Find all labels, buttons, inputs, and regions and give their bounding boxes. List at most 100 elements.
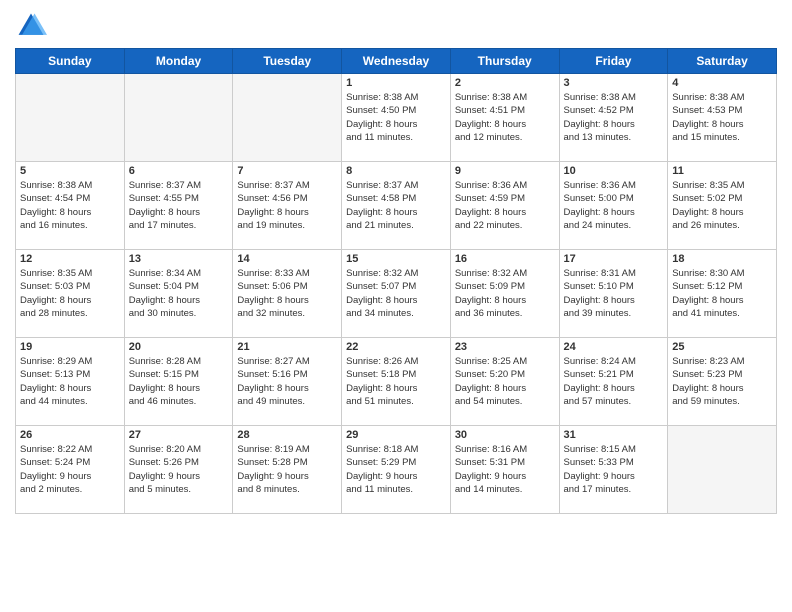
day-info: Sunrise: 8:34 AM Sunset: 5:04 PM Dayligh… xyxy=(129,267,229,320)
day-number: 22 xyxy=(346,341,446,353)
day-header-monday: Monday xyxy=(124,49,233,74)
day-info: Sunrise: 8:36 AM Sunset: 4:59 PM Dayligh… xyxy=(455,179,555,232)
day-number: 20 xyxy=(129,341,229,353)
day-number: 17 xyxy=(564,253,664,265)
day-info: Sunrise: 8:38 AM Sunset: 4:52 PM Dayligh… xyxy=(564,91,664,144)
day-number: 7 xyxy=(237,165,337,177)
day-cell: 14Sunrise: 8:33 AM Sunset: 5:06 PM Dayli… xyxy=(233,250,342,338)
day-header-thursday: Thursday xyxy=(450,49,559,74)
day-number: 31 xyxy=(564,429,664,441)
day-number: 12 xyxy=(20,253,120,265)
day-cell: 25 Sunrise: 8:23 AM Sunset: 5:23 PM Dayli… xyxy=(668,338,777,426)
day-cell xyxy=(233,74,342,162)
day-cell: 21 Sunrise: 8:27 AM Sunset: 5:16 PM Dayli… xyxy=(233,338,342,426)
day-info: Sunrise: 8:27 AM Sunset: 5:16 PM Dayligh… xyxy=(237,355,337,408)
logo xyxy=(15,10,51,42)
day-info: Sunrise: 8:37 AM Sunset: 4:58 PM Dayligh… xyxy=(346,179,446,232)
day-info: Sunrise: 8:32 AM Sunset: 5:07 PM Dayligh… xyxy=(346,267,446,320)
day-info: Sunrise: 8:26 AM Sunset: 5:18 PM Dayligh… xyxy=(346,355,446,408)
day-cell: 8 Sunrise: 8:37 AM Sunset: 4:58 PM Daylig… xyxy=(342,162,451,250)
day-number: 8 xyxy=(346,165,446,177)
day-cell xyxy=(668,426,777,514)
day-number: 10 xyxy=(564,165,664,177)
day-cell: 7 Sunrise: 8:37 AM Sunset: 4:56 PM Daylig… xyxy=(233,162,342,250)
day-info: Sunrise: 8:29 AM Sunset: 5:13 PM Dayligh… xyxy=(20,355,120,408)
day-header-tuesday: Tuesday xyxy=(233,49,342,74)
day-number: 15 xyxy=(346,253,446,265)
day-number: 11 xyxy=(672,165,772,177)
day-cell: 27 Sunrise: 8:20 AM Sunset: 5:26 PM Dayli… xyxy=(124,426,233,514)
day-cell xyxy=(124,74,233,162)
day-info: Sunrise: 8:23 AM Sunset: 5:23 PM Dayligh… xyxy=(672,355,772,408)
day-number: 13 xyxy=(129,253,229,265)
day-number: 21 xyxy=(237,341,337,353)
day-header-saturday: Saturday xyxy=(668,49,777,74)
calendar-week-5: 26 Sunrise: 8:22 AM Sunset: 5:24 PM Dayli… xyxy=(16,426,777,514)
day-cell: 18 Sunrise: 8:30 AM Sunset: 5:12 PM Dayli… xyxy=(668,250,777,338)
day-cell: 13 Sunrise: 8:34 AM Sunset: 5:04 PM Dayli… xyxy=(124,250,233,338)
day-cell: 19 Sunrise: 8:29 AM Sunset: 5:13 PM Dayli… xyxy=(16,338,125,426)
day-info: Sunrise: 8:31 AM Sunset: 5:10 PM Dayligh… xyxy=(564,267,664,320)
day-number: 30 xyxy=(455,429,555,441)
day-info: Sunrise: 8:37 AM Sunset: 4:55 PM Dayligh… xyxy=(129,179,229,232)
day-number: 27 xyxy=(129,429,229,441)
day-info: Sunrise: 8:38 AM Sunset: 4:51 PM Dayligh… xyxy=(455,91,555,144)
calendar-header-row: SundayMondayTuesdayWednesdayThursdayFrid… xyxy=(16,49,777,74)
day-info: Sunrise: 8:24 AM Sunset: 5:21 PM Dayligh… xyxy=(564,355,664,408)
day-cell: 9Sunrise: 8:36 AM Sunset: 4:59 PM Daylig… xyxy=(450,162,559,250)
page: SundayMondayTuesdayWednesdayThursdayFrid… xyxy=(0,0,792,612)
day-info: Sunrise: 8:19 AM Sunset: 5:28 PM Dayligh… xyxy=(237,443,337,496)
day-info: Sunrise: 8:38 AM Sunset: 4:54 PM Dayligh… xyxy=(20,179,120,232)
day-info: Sunrise: 8:25 AM Sunset: 5:20 PM Dayligh… xyxy=(455,355,555,408)
day-info: Sunrise: 8:37 AM Sunset: 4:56 PM Dayligh… xyxy=(237,179,337,232)
day-number: 3 xyxy=(564,77,664,89)
day-info: Sunrise: 8:22 AM Sunset: 5:24 PM Dayligh… xyxy=(20,443,120,496)
day-number: 1 xyxy=(346,77,446,89)
calendar-week-1: 1 Sunrise: 8:38 AM Sunset: 4:50 PM Daylig… xyxy=(16,74,777,162)
day-cell: 5Sunrise: 8:38 AM Sunset: 4:54 PM Daylig… xyxy=(16,162,125,250)
day-info: Sunrise: 8:20 AM Sunset: 5:26 PM Dayligh… xyxy=(129,443,229,496)
day-info: Sunrise: 8:32 AM Sunset: 5:09 PM Dayligh… xyxy=(455,267,555,320)
day-cell: 1 Sunrise: 8:38 AM Sunset: 4:50 PM Daylig… xyxy=(342,74,451,162)
day-cell: 29Sunrise: 8:18 AM Sunset: 5:29 PM Dayli… xyxy=(342,426,451,514)
day-number: 18 xyxy=(672,253,772,265)
day-cell: 10Sunrise: 8:36 AM Sunset: 5:00 PM Dayli… xyxy=(559,162,668,250)
day-info: Sunrise: 8:16 AM Sunset: 5:31 PM Dayligh… xyxy=(455,443,555,496)
day-number: 4 xyxy=(672,77,772,89)
day-number: 23 xyxy=(455,341,555,353)
day-info: Sunrise: 8:15 AM Sunset: 5:33 PM Dayligh… xyxy=(564,443,664,496)
day-cell: 16 Sunrise: 8:32 AM Sunset: 5:09 PM Dayli… xyxy=(450,250,559,338)
day-header-wednesday: Wednesday xyxy=(342,49,451,74)
day-cell: 30 Sunrise: 8:16 AM Sunset: 5:31 PM Dayli… xyxy=(450,426,559,514)
day-number: 19 xyxy=(20,341,120,353)
day-info: Sunrise: 8:38 AM Sunset: 4:50 PM Dayligh… xyxy=(346,91,446,144)
day-info: Sunrise: 8:35 AM Sunset: 5:03 PM Dayligh… xyxy=(20,267,120,320)
day-cell: 3 Sunrise: 8:38 AM Sunset: 4:52 PM Daylig… xyxy=(559,74,668,162)
day-cell: 26 Sunrise: 8:22 AM Sunset: 5:24 PM Dayli… xyxy=(16,426,125,514)
day-cell: 28 Sunrise: 8:19 AM Sunset: 5:28 PM Dayli… xyxy=(233,426,342,514)
day-number: 16 xyxy=(455,253,555,265)
day-info: Sunrise: 8:28 AM Sunset: 5:15 PM Dayligh… xyxy=(129,355,229,408)
day-cell: 24 Sunrise: 8:24 AM Sunset: 5:21 PM Dayli… xyxy=(559,338,668,426)
day-cell: 20 Sunrise: 8:28 AM Sunset: 5:15 PM Dayli… xyxy=(124,338,233,426)
day-cell: 12 Sunrise: 8:35 AM Sunset: 5:03 PM Dayli… xyxy=(16,250,125,338)
day-info: Sunrise: 8:38 AM Sunset: 4:53 PM Dayligh… xyxy=(672,91,772,144)
day-cell: 22 Sunrise: 8:26 AM Sunset: 5:18 PM Dayli… xyxy=(342,338,451,426)
day-cell: 15 Sunrise: 8:32 AM Sunset: 5:07 PM Dayli… xyxy=(342,250,451,338)
day-number: 2 xyxy=(455,77,555,89)
day-info: Sunrise: 8:33 AM Sunset: 5:06 PM Dayligh… xyxy=(237,267,337,320)
day-cell: 11 Sunrise: 8:35 AM Sunset: 5:02 PM Dayli… xyxy=(668,162,777,250)
day-number: 24 xyxy=(564,341,664,353)
day-info: Sunrise: 8:35 AM Sunset: 5:02 PM Dayligh… xyxy=(672,179,772,232)
day-header-friday: Friday xyxy=(559,49,668,74)
calendar-week-2: 5Sunrise: 8:38 AM Sunset: 4:54 PM Daylig… xyxy=(16,162,777,250)
day-cell: 2 Sunrise: 8:38 AM Sunset: 4:51 PM Daylig… xyxy=(450,74,559,162)
calendar-week-4: 19 Sunrise: 8:29 AM Sunset: 5:13 PM Dayli… xyxy=(16,338,777,426)
day-number: 25 xyxy=(672,341,772,353)
day-number: 26 xyxy=(20,429,120,441)
day-info: Sunrise: 8:30 AM Sunset: 5:12 PM Dayligh… xyxy=(672,267,772,320)
header xyxy=(15,10,777,42)
day-cell: 23 Sunrise: 8:25 AM Sunset: 5:20 PM Dayli… xyxy=(450,338,559,426)
calendar-table: SundayMondayTuesdayWednesdayThursdayFrid… xyxy=(15,48,777,514)
day-number: 28 xyxy=(237,429,337,441)
